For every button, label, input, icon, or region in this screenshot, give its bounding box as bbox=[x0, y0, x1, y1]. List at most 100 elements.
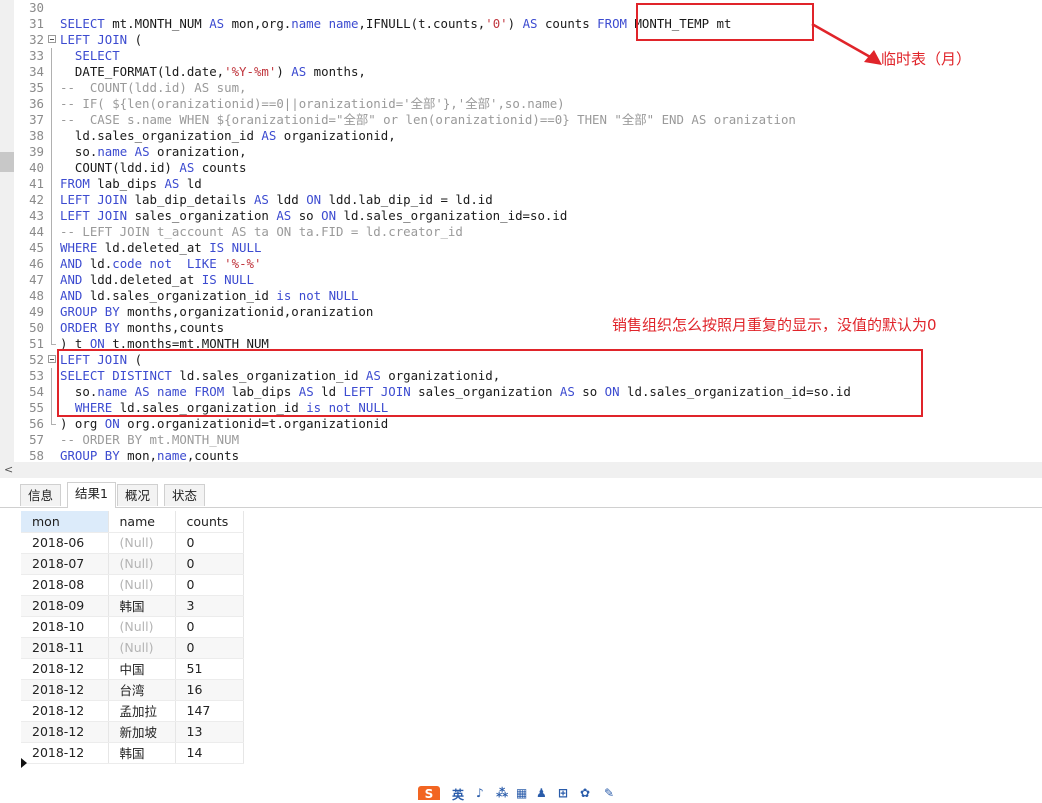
sql-keyword: WHERE bbox=[60, 240, 98, 255]
sql-keyword: ON bbox=[104, 416, 120, 431]
horizontal-scrollbar[interactable]: < bbox=[0, 462, 1042, 478]
table-cell-name[interactable]: 韩国 bbox=[108, 742, 176, 764]
code-text: ld.sales_organization_id AS organization… bbox=[60, 128, 396, 144]
table-cell-name[interactable]: (Null) bbox=[108, 553, 176, 575]
table-cell-name[interactable]: (Null) bbox=[108, 616, 176, 638]
tab-overview[interactable]: 概况 bbox=[117, 484, 159, 506]
table-row[interactable]: 2018-12 韩国 14 bbox=[21, 742, 244, 764]
table-cell-counts[interactable]: 0 bbox=[175, 637, 244, 659]
line-number: 36 bbox=[29, 96, 44, 111]
sql-token: mon,org. bbox=[224, 16, 292, 31]
fold-guide bbox=[51, 240, 52, 256]
ime-lang-icon[interactable]: 英 bbox=[452, 786, 464, 803]
sql-string: '%-%' bbox=[224, 256, 262, 271]
ime-toolbar[interactable]: S 英 ♪ ⁂ ▦ ♟ ⊞ ✿ ✎ bbox=[418, 786, 628, 803]
table-cell-mon[interactable]: 2018-07 bbox=[21, 553, 109, 575]
table-cell-counts[interactable]: 0 bbox=[175, 616, 244, 638]
table-row[interactable]: 2018-09 韩国 3 bbox=[21, 595, 244, 617]
ime-voice-icon[interactable]: ♪ bbox=[476, 786, 484, 800]
ime-grid-icon[interactable]: ⊞ bbox=[558, 786, 568, 800]
line-number: 47 bbox=[29, 272, 44, 287]
line-number: 53 bbox=[29, 368, 44, 383]
table-row[interactable]: 2018-08 (Null) 0 bbox=[21, 574, 244, 596]
code-text: ) org ON org.organizationid=t.organizati… bbox=[60, 416, 388, 432]
table-cell-counts[interactable]: 0 bbox=[175, 574, 244, 596]
table-row[interactable]: 2018-11 (Null) 0 bbox=[21, 637, 244, 659]
sql-token: mt.MONTH_NUM bbox=[104, 16, 210, 31]
fold-guide bbox=[51, 368, 52, 384]
line-number: 39 bbox=[29, 144, 44, 159]
fold-toggle-icon[interactable] bbox=[48, 35, 56, 43]
tab-status[interactable]: 状态 bbox=[164, 484, 206, 506]
table-cell-mon[interactable]: 2018-12 bbox=[21, 742, 109, 764]
table-cell-name[interactable]: 新加坡 bbox=[108, 721, 176, 743]
sql-token: COUNT(ldd.id) bbox=[60, 160, 180, 175]
ime-user-icon[interactable]: ♟ bbox=[536, 786, 547, 800]
table-cell-name[interactable]: (Null) bbox=[108, 637, 176, 659]
ime-punct-icon[interactable]: ⁂ bbox=[496, 786, 508, 800]
table-cell-mon[interactable]: 2018-12 bbox=[21, 679, 109, 701]
table-row[interactable]: 2018-06 (Null) 0 bbox=[21, 532, 244, 554]
table-cell-mon[interactable]: 2018-12 bbox=[21, 700, 109, 722]
table-cell-counts[interactable]: 16 bbox=[175, 679, 244, 701]
table-cell-mon[interactable]: 2018-08 bbox=[21, 574, 109, 596]
sql-token: ,IFNULL(t.counts, bbox=[358, 16, 486, 31]
table-cell-mon[interactable]: 2018-09 bbox=[21, 595, 109, 617]
table-cell-name[interactable]: 韩国 bbox=[108, 595, 176, 617]
sql-editor[interactable]: 30 31 SELECT mt.MONTH_NUM AS mon,org.name … bbox=[0, 0, 1042, 462]
fold-guide bbox=[51, 208, 52, 224]
line-number: 44 bbox=[29, 224, 44, 239]
table-row[interactable]: 2018-10 (Null) 0 bbox=[21, 616, 244, 638]
table-row[interactable]: 2018-12 台湾 16 bbox=[21, 679, 244, 701]
table-cell-counts[interactable]: 3 bbox=[175, 595, 244, 617]
table-cell-counts[interactable]: 14 bbox=[175, 742, 244, 764]
sql-keyword: LEFT JOIN bbox=[60, 192, 128, 207]
table-cell-mon[interactable]: 2018-12 bbox=[21, 658, 109, 680]
fold-guide bbox=[51, 112, 52, 128]
table-cell-mon[interactable]: 2018-12 bbox=[21, 721, 109, 743]
table-cell-name[interactable]: 中国 bbox=[108, 658, 176, 680]
fold-toggle-icon[interactable] bbox=[48, 355, 56, 363]
table-cell-mon[interactable]: 2018-06 bbox=[21, 532, 109, 554]
table-row[interactable]: 2018-07 (Null) 0 bbox=[21, 553, 244, 575]
current-row-marker-icon bbox=[21, 758, 27, 768]
table-row[interactable]: 2018-12 中国 51 bbox=[21, 658, 244, 680]
column-header-mon[interactable]: mon bbox=[21, 511, 109, 533]
table-cell-name[interactable]: 孟加拉 bbox=[108, 700, 176, 722]
column-header-counts[interactable]: counts bbox=[175, 511, 244, 533]
sql-comment: -- LEFT JOIN t_account AS ta ON ta.FID =… bbox=[60, 224, 463, 239]
result-grid[interactable]: mon name counts 2018-06 (Null) 0 2018-07 (Nu… bbox=[21, 511, 244, 764]
table-cell-counts[interactable]: 51 bbox=[175, 658, 244, 680]
table-cell-counts[interactable]: 0 bbox=[175, 553, 244, 575]
sql-keyword: name bbox=[157, 448, 187, 462]
sql-keyword: AS bbox=[522, 16, 538, 31]
tab-result1[interactable]: 结果1 bbox=[67, 482, 116, 508]
ime-keyboard-icon[interactable]: ▦ bbox=[516, 786, 527, 800]
line-number: 46 bbox=[29, 256, 44, 271]
ime-skin-icon[interactable]: ✿ bbox=[580, 786, 590, 800]
scroll-left-icon[interactable]: < bbox=[4, 463, 13, 476]
table-row[interactable]: 2018-12 新加坡 13 bbox=[21, 721, 244, 743]
table-cell-mon[interactable]: 2018-10 bbox=[21, 616, 109, 638]
table-cell-name[interactable]: (Null) bbox=[108, 574, 176, 596]
table-cell-name[interactable]: 台湾 bbox=[108, 679, 176, 701]
code-text: GROUP BY mon,name,counts bbox=[60, 448, 239, 462]
question-note: 销售组织怎么按照月重复的显示，没值的默认为0 bbox=[612, 316, 937, 334]
table-row[interactable]: 2018-12 孟加拉 147 bbox=[21, 700, 244, 722]
tab-info[interactable]: 信息 bbox=[20, 484, 62, 506]
table-cell-name[interactable]: (Null) bbox=[108, 532, 176, 554]
sql-token: counts bbox=[537, 16, 598, 31]
sql-token: mon, bbox=[119, 448, 157, 462]
table-cell-counts[interactable]: 147 bbox=[175, 700, 244, 722]
sql-keyword: AND bbox=[60, 272, 83, 287]
sql-keyword: SELECT bbox=[60, 16, 105, 31]
column-header-name[interactable]: name bbox=[108, 511, 176, 533]
ime-tools-icon[interactable]: ✎ bbox=[604, 786, 614, 800]
table-cell-counts[interactable]: 13 bbox=[175, 721, 244, 743]
table-cell-mon[interactable]: 2018-11 bbox=[21, 637, 109, 659]
fold-guide bbox=[51, 176, 52, 192]
table-cell-counts[interactable]: 0 bbox=[175, 532, 244, 554]
sql-string: '0' bbox=[485, 16, 508, 31]
sogou-logo-icon[interactable]: S bbox=[418, 786, 440, 801]
